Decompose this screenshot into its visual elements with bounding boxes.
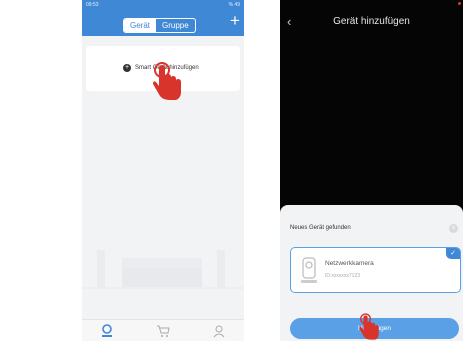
add-device-screen: ‹ Gerät hinzufügen Neues Gerät gefunden … [280,0,463,341]
status-battery: % 49 [228,2,240,8]
tab-geraet[interactable]: Gerät [124,19,157,32]
device-card[interactable]: Netzwerkkamera ID:xxxxxxx7123 ✓ [290,247,461,293]
tab-switcher: Gerät Gruppe [123,18,196,33]
header-bar: 09:53 % 49 Gerät Gruppe + [82,0,244,36]
device-name: Netzwerkkamera [325,260,374,267]
lamp-right-shape [217,250,225,287]
status-time: 09:53 [86,2,99,8]
camera-icon [301,257,317,283]
add-button[interactable]: Hinzufügen [290,318,459,339]
close-icon[interactable]: × [449,224,458,233]
bottom-tab-bar [82,319,244,341]
home-icon[interactable] [100,324,114,338]
plus-icon[interactable]: + [228,12,242,29]
recording-dot [458,2,461,5]
sofa-back-shape [122,258,202,268]
add-device-label: Smart Gerät hinzufügen [135,65,199,71]
add-device-card[interactable]: + Smart Gerät hinzufügen [86,46,240,91]
sofa-shape [122,265,202,287]
page-title: Gerät hinzufügen [333,16,410,27]
empty-room-illustration [82,250,244,289]
device-id: ID:xxxxxxx7123 [325,273,361,279]
plus-circle-icon: + [123,64,131,72]
check-icon: ✓ [446,248,460,259]
lamp-left-shape [97,250,105,287]
found-label: Neues Gerät gefunden [290,225,351,231]
profile-icon[interactable] [212,324,226,338]
cart-icon[interactable] [156,324,170,338]
status-bar: 09:53 % 49 [82,0,244,10]
device-list-screen: 09:53 % 49 Gerät Gruppe + + Smart Gerät … [82,0,244,341]
add-device-row[interactable]: + Smart Gerät hinzufügen [123,64,199,72]
device-found-sheet: Neues Gerät gefunden × Netzwerkkamera ID… [280,205,463,341]
tab-gruppe[interactable]: Gruppe [156,19,195,32]
